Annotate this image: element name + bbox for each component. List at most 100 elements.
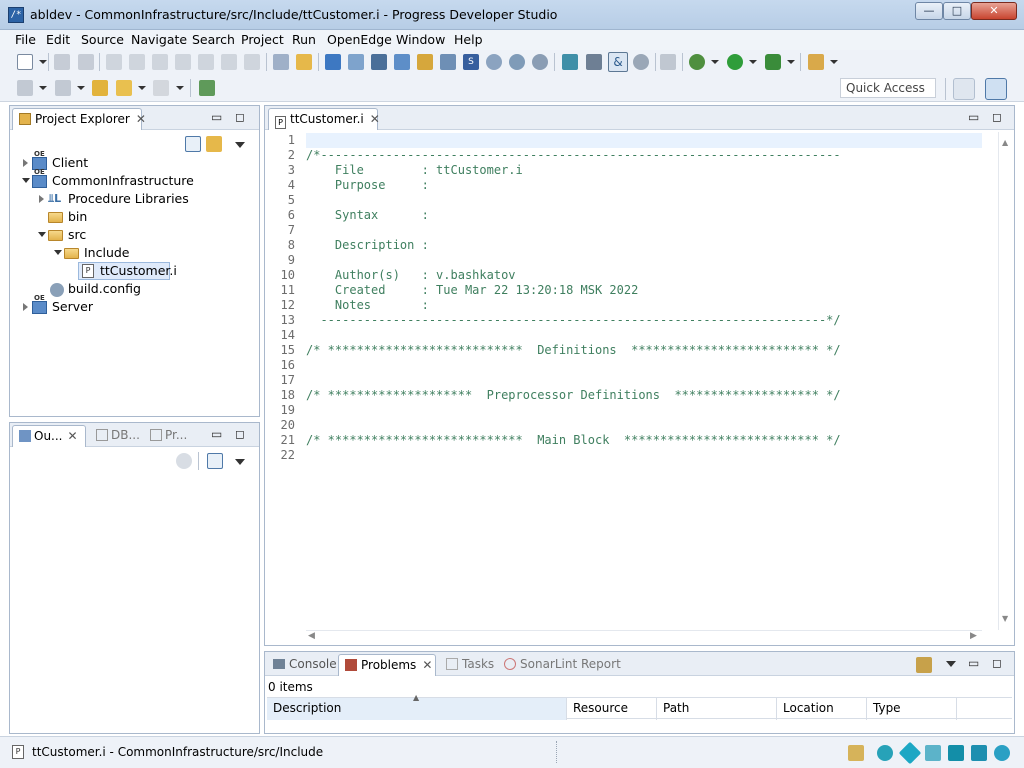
step-into-icon[interactable]: [198, 54, 214, 70]
expand-arrow-icon[interactable]: [39, 195, 44, 203]
tree-item-bin[interactable]: bin: [68, 209, 87, 225]
scroll-up-icon[interactable]: ▲: [1002, 138, 1008, 147]
chevron-down-icon[interactable]: [39, 60, 47, 64]
debug-icon[interactable]: [689, 54, 705, 70]
scroll-down-icon[interactable]: ▼: [1002, 614, 1008, 623]
collapse-all-icon[interactable]: [207, 453, 223, 469]
minimize-view-icon[interactable]: ▭: [968, 110, 979, 124]
layout-icon[interactable]: [394, 54, 410, 70]
tree-item-src[interactable]: src: [68, 227, 86, 243]
tab-tasks[interactable]: Tasks: [440, 654, 500, 676]
tab-properties[interactable]: Pr...: [144, 425, 193, 447]
menu-source[interactable]: Source: [81, 32, 124, 47]
tab-outline[interactable]: Ou... ✕: [12, 425, 86, 447]
code-editor[interactable]: 1 2 3 4 5 6 7 8 9 10 11 12 13 14 15 16 17 18 19 20 21 22 /*--…: [265, 132, 998, 630]
tree-item-include[interactable]: Include: [84, 245, 130, 261]
quick-access-input[interactable]: Quick Access: [840, 78, 936, 98]
maximize-view-icon[interactable]: ◻: [235, 427, 245, 441]
maximize-view-icon[interactable]: ◻: [992, 110, 1002, 124]
toggle-ampersand-icon[interactable]: &: [608, 52, 628, 72]
status-star-icon[interactable]: [898, 741, 922, 765]
chevron-down-icon[interactable]: [77, 86, 85, 90]
tab-ttcustomer[interactable]: PttCustomer.i ✕: [268, 108, 380, 130]
minimize-view-icon[interactable]: ▭: [211, 427, 222, 441]
menu-edit[interactable]: Edit: [46, 32, 70, 47]
tab-sonarlint[interactable]: SonarLint Report: [498, 654, 627, 676]
sort-icon[interactable]: [176, 453, 192, 469]
clipboard-icon[interactable]: [660, 54, 676, 70]
maximize-view-icon[interactable]: ◻: [235, 110, 245, 124]
format-icon[interactable]: [273, 54, 289, 70]
chevron-down-icon[interactable]: [176, 86, 184, 90]
compile-icon[interactable]: [296, 54, 312, 70]
save-icon[interactable]: [54, 54, 70, 70]
open-perspective-icon[interactable]: [953, 78, 975, 100]
link-editor-icon[interactable]: [206, 136, 222, 152]
tree-item-ttcustomer[interactable]: ttCustomer.i: [100, 263, 177, 279]
external-tools-icon[interactable]: [808, 54, 824, 70]
resume-icon[interactable]: [106, 54, 122, 70]
scroll-left-icon[interactable]: ◀: [308, 631, 315, 641]
menu-navigate[interactable]: Navigate: [131, 32, 187, 47]
status-globe-icon[interactable]: [994, 745, 1010, 761]
report-icon[interactable]: [417, 54, 433, 70]
step-over-icon[interactable]: [221, 54, 237, 70]
menu-openedge[interactable]: OpenEdge: [327, 32, 392, 47]
close-tab-icon[interactable]: ✕: [68, 429, 78, 443]
people-icon[interactable]: [440, 54, 456, 70]
tree-item-commoninfrastructure[interactable]: CommonInfrastructure: [52, 173, 194, 189]
minimize-view-icon[interactable]: ▭: [211, 110, 222, 124]
run-icon[interactable]: [727, 54, 743, 70]
terminate-icon[interactable]: [152, 54, 168, 70]
filter-icon[interactable]: [916, 657, 932, 673]
expand-arrow-icon[interactable]: [23, 159, 28, 167]
screen-icon[interactable]: [371, 54, 387, 70]
status-monitor-icon[interactable]: [948, 745, 964, 761]
status-task-icon[interactable]: [848, 745, 864, 761]
menu-run[interactable]: Run: [292, 32, 316, 47]
column-type[interactable]: Type: [867, 698, 957, 720]
view-menu-icon[interactable]: [946, 661, 956, 667]
tree-item-procedure-libraries[interactable]: Procedure Libraries: [68, 191, 189, 207]
disconnect-icon[interactable]: [175, 54, 191, 70]
chevron-down-icon[interactable]: [830, 60, 838, 64]
view-menu-icon[interactable]: [235, 142, 245, 148]
pen-icon[interactable]: [586, 54, 602, 70]
gears-icon[interactable]: [633, 54, 649, 70]
tab-console[interactable]: Console: [267, 654, 343, 676]
horizontal-scrollbar[interactable]: ◀ ▶: [306, 630, 982, 644]
menu-help[interactable]: Help: [454, 32, 483, 47]
run-external-icon[interactable]: [765, 54, 781, 70]
back-icon[interactable]: [116, 80, 132, 96]
tab-problems[interactable]: Problems ✕: [338, 654, 436, 676]
chevron-down-icon[interactable]: [711, 60, 719, 64]
database-icon[interactable]: [562, 54, 578, 70]
tab-db-structure[interactable]: DB...: [90, 425, 146, 447]
db-connect-icon[interactable]: [532, 54, 548, 70]
chevron-down-icon[interactable]: [749, 60, 757, 64]
collapse-arrow-icon[interactable]: [38, 232, 46, 237]
minimize-button[interactable]: —: [915, 2, 943, 20]
prev-annotation-icon[interactable]: [55, 80, 71, 96]
search-icon[interactable]: [486, 54, 502, 70]
scroll-right-icon[interactable]: ▶: [970, 631, 977, 641]
column-resource[interactable]: Resource: [567, 698, 657, 720]
close-tab-icon[interactable]: ✕: [136, 112, 146, 126]
status-eye-icon[interactable]: [877, 745, 893, 761]
column-location[interactable]: Location: [777, 698, 867, 720]
expand-arrow-icon[interactable]: [23, 303, 28, 311]
menu-search[interactable]: Search: [192, 32, 235, 47]
collapse-all-icon[interactable]: [185, 136, 201, 152]
close-tab-icon[interactable]: ✕: [422, 658, 432, 672]
step-return-icon[interactable]: [244, 54, 260, 70]
globe-icon[interactable]: [509, 54, 525, 70]
maximize-view-icon[interactable]: ◻: [992, 656, 1002, 670]
chevron-down-icon[interactable]: [39, 86, 47, 90]
maximize-button[interactable]: □: [943, 2, 971, 20]
save-all-icon[interactable]: [78, 54, 94, 70]
collapse-arrow-icon[interactable]: [22, 178, 30, 183]
pin-editor-icon[interactable]: [199, 80, 215, 96]
status-tools-icon[interactable]: [925, 745, 941, 761]
collapse-arrow-icon[interactable]: [54, 250, 62, 255]
vertical-scrollbar[interactable]: ▲ ▼: [998, 132, 1014, 630]
